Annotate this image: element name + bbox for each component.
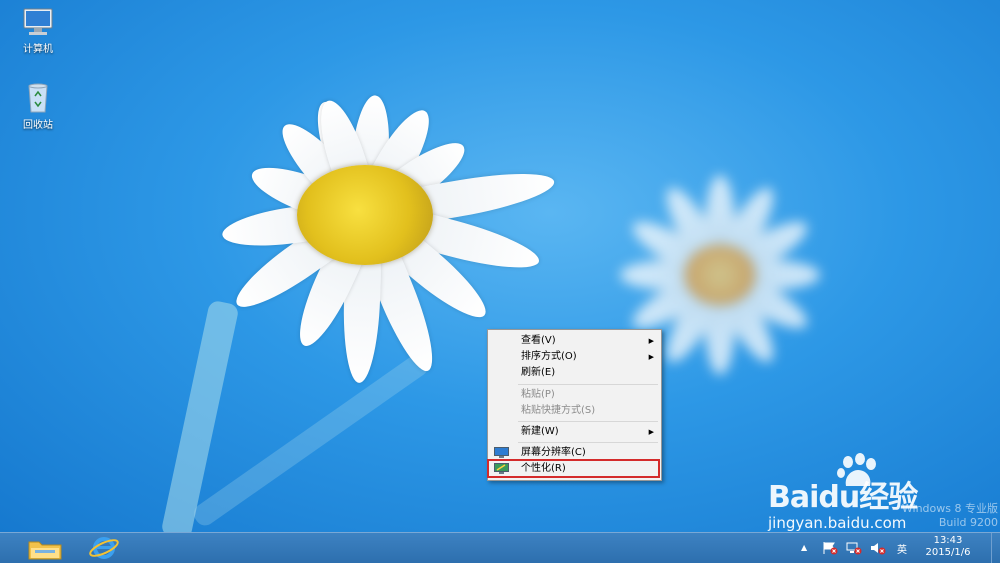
highlight-box — [487, 459, 660, 478]
desktop-icon-computer[interactable]: 计算机 — [13, 6, 63, 55]
taskbar-clock[interactable]: 13:43 2015/1/6 — [918, 535, 978, 559]
recycle-bin-icon — [21, 82, 55, 114]
flower-stem — [190, 350, 432, 530]
menu-separator — [518, 421, 658, 422]
taskbar: ▲ 英 13:43 2015/1/6 — [0, 532, 1000, 563]
show-desktop-button[interactable] — [991, 533, 1000, 563]
input-language-indicator[interactable]: 英 — [897, 541, 907, 556]
baidu-watermark: Baidu经验 jingyan.baidu.com — [768, 452, 1000, 532]
menu-separator — [518, 442, 658, 443]
file-explorer-icon — [28, 541, 62, 560]
submenu-arrow-icon: ▶ — [648, 428, 654, 436]
desktop-icon-label: 回收站 — [23, 120, 53, 131]
network-icon[interactable] — [846, 541, 862, 555]
clock-date: 2015/1/6 — [925, 547, 971, 558]
desktop-background[interactable]: 计算机 回收站 Windows 8 专业版 Build 9200 Baidu经验… — [0, 0, 1000, 532]
computer-icon — [21, 6, 55, 38]
desktop-context-menu: 查看(V) ▶ 排序方式(O) ▶ 刷新(E) 粘贴(P) 粘贴快捷方式(S) … — [487, 329, 662, 481]
desktop-icon-recycle-bin[interactable]: 回收站 — [13, 82, 63, 131]
internet-explorer-icon — [89, 537, 119, 559]
menu-item-label: 新建(W) — [521, 426, 559, 437]
action-center-icon[interactable] — [822, 541, 838, 555]
volume-icon[interactable] — [870, 541, 886, 555]
menu-item-label: 刷新(E) — [521, 367, 556, 378]
clock-time: 13:43 — [933, 535, 963, 546]
display-icon — [494, 447, 509, 458]
desktop-icon-label: 计算机 — [23, 44, 53, 55]
baidu-url: jingyan.baidu.com — [768, 514, 907, 532]
show-hidden-icons-button[interactable]: ▲ — [801, 543, 807, 557]
menu-item-paste-shortcut[interactable]: 粘贴快捷方式(S) — [488, 402, 661, 420]
baidu-logo-text: Baidu经验 — [768, 480, 918, 515]
taskbar-file-explorer[interactable] — [25, 535, 65, 561]
menu-item-label: 粘贴快捷方式(S) — [521, 405, 596, 416]
menu-item-new[interactable]: 新建(W) ▶ — [488, 423, 661, 441]
menu-item-refresh[interactable]: 刷新(E) — [488, 364, 661, 382]
taskbar-internet-explorer[interactable] — [84, 535, 124, 561]
menu-separator — [518, 384, 658, 385]
